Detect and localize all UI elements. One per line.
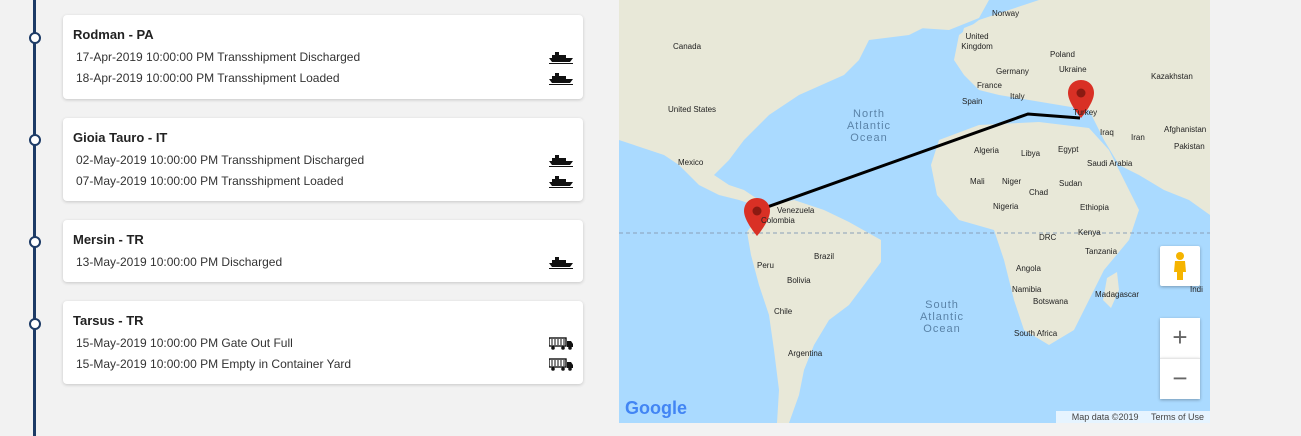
country-label: Madagascar [1095, 290, 1140, 299]
stop-title: Mersin - TR [73, 232, 144, 247]
ocean-label-line: North [853, 108, 885, 120]
country-label: DRC [1039, 233, 1057, 242]
zoom-out-button[interactable]: − [1160, 358, 1200, 399]
map-base [619, 0, 1210, 423]
country-label: Saudi Arabia [1087, 159, 1133, 168]
ship-icon [549, 52, 573, 64]
country-label: Spain [962, 97, 983, 106]
event-row: 13-May-2019 10:00:00 PM Discharged [73, 252, 573, 273]
country-label: Colombia [761, 216, 795, 225]
route-map[interactable]: Norway Canada United Kingdom Poland Germ… [619, 0, 1210, 423]
stop-title: Rodman - PA [73, 27, 154, 42]
ship-icon [549, 176, 573, 188]
zoom-in-button[interactable]: + [1160, 318, 1200, 358]
stop-card[interactable]: Rodman - PA 17-Apr-2019 10:00:00 PM Tran… [63, 15, 583, 99]
ocean-label-line: Ocean [850, 132, 888, 144]
event-row: 15-May-2019 10:00:00 PM Empty in Contain… [73, 354, 573, 375]
country-label: Pakistan [1174, 142, 1205, 151]
country-label: Egypt [1058, 145, 1079, 154]
country-label: Italy [1010, 92, 1025, 101]
stop-title: Tarsus - TR [73, 313, 144, 328]
stop-card[interactable]: Tarsus - TR 15-May-2019 10:00:00 PM Gate… [63, 301, 583, 384]
event-row: 17-Apr-2019 10:00:00 PM Transshipment Di… [73, 47, 573, 68]
country-label: Mexico [678, 158, 704, 167]
event-row: 18-Apr-2019 10:00:00 PM Transshipment Lo… [73, 68, 573, 89]
event-text: 13-May-2019 10:00:00 PM Discharged [76, 255, 283, 269]
country-label: Canada [673, 42, 702, 51]
ocean-label-line: Ocean [923, 323, 961, 335]
country-label: United States [668, 105, 717, 114]
country-label: Kenya [1078, 228, 1101, 237]
timeline-line [33, 0, 36, 436]
country-label: Norway [992, 9, 1020, 18]
country-label: Namibia [1012, 285, 1042, 294]
truck-icon [549, 358, 573, 371]
country-label: Iran [1131, 133, 1145, 142]
country-label: Botswana [1033, 297, 1069, 306]
country-label: France [977, 81, 1002, 90]
country-label: United Kingdom [961, 32, 993, 51]
timeline-dot [29, 32, 41, 44]
country-label: Angola [1016, 264, 1041, 273]
ocean-label: North Atlantic Ocean [839, 108, 899, 144]
ship-icon [549, 155, 573, 167]
country-label: Bolivia [787, 276, 811, 285]
street-view-pegman-button[interactable] [1160, 246, 1200, 286]
google-logo[interactable]: Google [625, 398, 687, 419]
event-row: 15-May-2019 10:00:00 PM Gate Out Full [73, 333, 573, 354]
event-text: 07-May-2019 10:00:00 PM Transshipment Lo… [76, 174, 344, 188]
map-footer: Map data ©2019 Terms of Use [1055, 411, 1210, 423]
ship-icon [549, 257, 573, 269]
map-attribution: Map data ©2019 [1071, 412, 1139, 422]
stop-card[interactable]: Mersin - TR 13-May-2019 10:00:00 PM Disc… [63, 220, 583, 282]
country-label: Peru [757, 261, 774, 270]
stop-title: Gioia Tauro - IT [73, 130, 168, 145]
country-label: Brazil [814, 252, 835, 261]
country-label: Iraq [1100, 128, 1114, 137]
stop-card[interactable]: Gioia Tauro - IT 02-May-2019 10:00:00 PM… [63, 118, 583, 201]
country-label: Mali [970, 177, 985, 186]
country-label: Libya [1021, 149, 1041, 158]
country-label: Germany [996, 67, 1029, 76]
country-label: Chad [1029, 188, 1049, 197]
country-label: Tanzania [1085, 247, 1118, 256]
event-text: 15-May-2019 10:00:00 PM Empty in Contain… [76, 357, 352, 371]
timeline-dot [29, 134, 41, 146]
event-text: 15-May-2019 10:00:00 PM Gate Out Full [76, 336, 293, 350]
country-label: Algeria [974, 146, 999, 155]
ocean-label-line: South [925, 299, 959, 311]
country-label: Ethiopia [1080, 203, 1109, 212]
timeline-dot [29, 236, 41, 248]
country-label: Venezuela [777, 206, 815, 215]
timeline-dot [29, 318, 41, 330]
ship-icon [549, 73, 573, 85]
country-label: Afghanistan [1164, 125, 1207, 134]
google-logo-text: Google [625, 398, 687, 418]
country-label: Nigeria [993, 202, 1019, 211]
ocean-label-line: Atlantic [846, 120, 892, 132]
country-label: South Africa [1014, 329, 1058, 338]
country-label: Niger [1002, 177, 1022, 186]
country-label: Indi [1190, 285, 1203, 294]
country-label: Sudan [1059, 179, 1083, 188]
ocean-label-line: Atlantic [919, 311, 965, 323]
pegman-icon [1174, 252, 1186, 280]
country-label: Argentina [788, 349, 823, 358]
country-label: Kazakhstan [1151, 72, 1193, 81]
country-label: Ukraine [1059, 65, 1087, 74]
event-row: 07-May-2019 10:00:00 PM Transshipment Lo… [73, 171, 573, 192]
event-row: 02-May-2019 10:00:00 PM Transshipment Di… [73, 150, 573, 171]
ocean-label: South Atlantic Ocean [912, 299, 972, 335]
country-label: Poland [1050, 50, 1075, 59]
terms-link[interactable]: Terms of Use [1151, 412, 1204, 422]
country-label: Chile [774, 307, 793, 316]
event-text: 02-May-2019 10:00:00 PM Transshipment Di… [76, 153, 365, 167]
event-text: 18-Apr-2019 10:00:00 PM Transshipment Lo… [76, 71, 340, 85]
country-label: Turkey [1073, 108, 1098, 117]
event-text: 17-Apr-2019 10:00:00 PM Transshipment Di… [76, 50, 361, 64]
truck-icon [549, 337, 573, 350]
